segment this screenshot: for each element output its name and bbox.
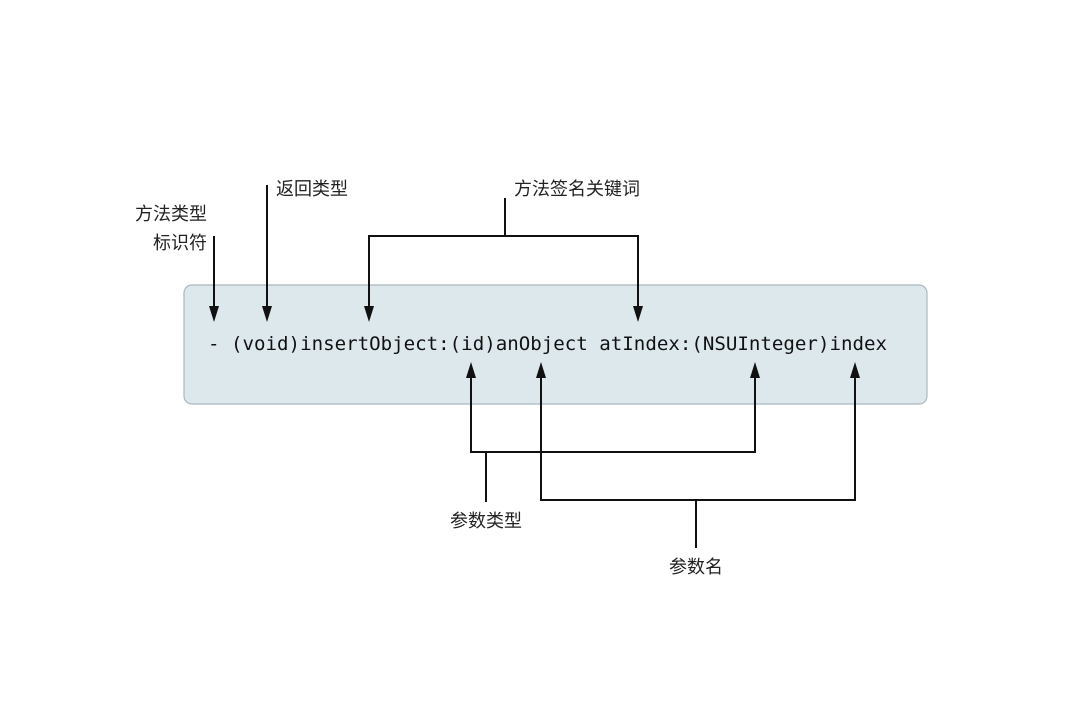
- label-param-name: 参数名: [669, 557, 723, 578]
- method-syntax-diagram: - (void)insertObject:(id)anObject atInde…: [135, 179, 928, 578]
- method-signature: - (void)insertObject:(id)anObject atInde…: [208, 333, 887, 355]
- label-method-type-identifier: 标识符: [153, 233, 207, 254]
- label-signature-keywords: 方法签名关键词: [514, 179, 640, 200]
- label-param-type: 参数类型: [450, 511, 522, 532]
- label-method-type: 方法类型: [135, 204, 207, 225]
- label-return-type: 返回类型: [276, 179, 348, 200]
